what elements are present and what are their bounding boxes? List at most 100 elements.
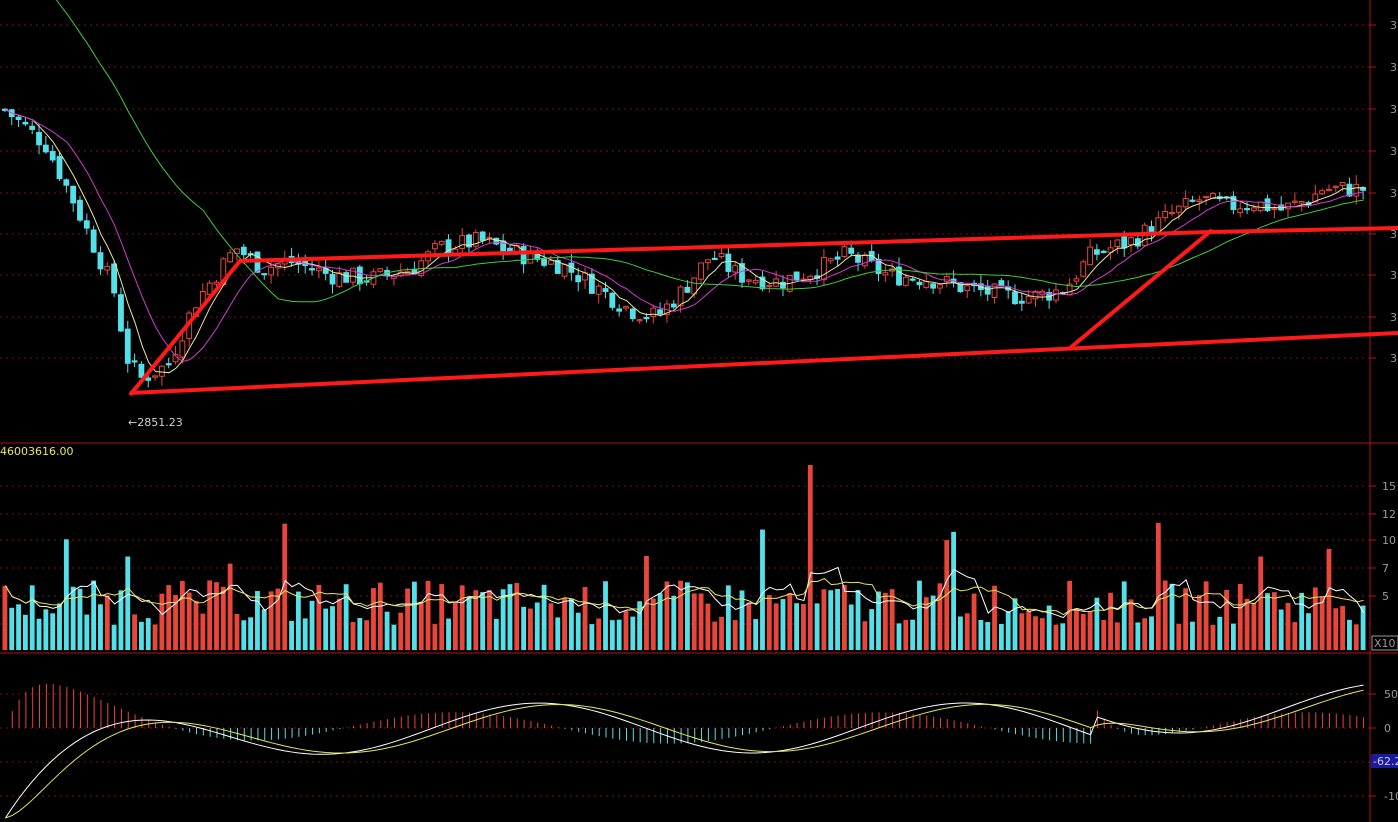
candle-body (1128, 237, 1134, 246)
volume-bar (275, 588, 281, 650)
volume-bar (821, 589, 827, 650)
volume-bar (268, 591, 274, 650)
candle-body (1319, 190, 1326, 195)
volume-bar (1306, 613, 1311, 650)
volume-bar (261, 609, 267, 650)
candle-body (309, 268, 315, 271)
volume-bar (1251, 602, 1257, 650)
volume-bar (1101, 619, 1107, 650)
volume-bar (1319, 596, 1325, 650)
volume-bar (234, 613, 240, 650)
stock-chart: ←2851.23 46003616.00 X10 -62.2 333333333… (0, 0, 1398, 822)
volume-bar (384, 611, 390, 650)
volume-bar (835, 589, 840, 650)
volume-bar (357, 618, 363, 650)
candle-body (42, 144, 49, 153)
volume-bar (1135, 622, 1141, 650)
candle-body (541, 258, 547, 266)
macd-panel (4, 683, 1365, 819)
volume-bar (1292, 622, 1298, 650)
volume-axis-label: 15 (1382, 480, 1396, 493)
volume-bar (562, 598, 567, 650)
candle-body (732, 265, 739, 273)
candle-body (623, 306, 629, 309)
candle-body (548, 259, 554, 265)
candle-body (848, 247, 855, 254)
volume-bar (152, 624, 158, 650)
price-axis-label: 3 (1390, 352, 1397, 365)
candle-body (1291, 200, 1298, 203)
volume-bar (207, 580, 213, 650)
candle-body (1285, 202, 1291, 210)
candle-body (766, 284, 773, 288)
volume-bar (589, 624, 595, 650)
candle-body (1271, 207, 1278, 210)
candle-body (70, 185, 77, 204)
volume-bar (609, 620, 615, 650)
candle-body (861, 254, 868, 267)
volume-bar (63, 539, 69, 650)
volume-bar (848, 604, 854, 650)
candle-body (793, 271, 800, 281)
price-axis-label: 3 (1390, 61, 1397, 74)
candle-body (595, 285, 602, 295)
candle-body (90, 229, 97, 253)
candle-body (745, 279, 752, 282)
candle-body (1250, 207, 1257, 211)
volume-bar (1074, 608, 1079, 650)
candle-body (240, 246, 247, 256)
volume-bar (712, 621, 718, 650)
volume-bar (111, 624, 117, 650)
volume-bar (214, 582, 219, 650)
candle-body (923, 281, 930, 288)
volume-bar (200, 613, 206, 650)
volume-bar (425, 580, 431, 650)
candle-body (1182, 197, 1189, 208)
volume-bar (248, 617, 254, 650)
volume-bar (1210, 624, 1216, 650)
volume-bar (869, 609, 875, 650)
volume-bar (1333, 608, 1339, 650)
candle-body (268, 266, 274, 276)
volume-bar (528, 608, 533, 650)
candle-body (377, 268, 384, 272)
candle-body (124, 328, 131, 364)
volume-bar (70, 586, 76, 650)
volume-bar (698, 593, 704, 650)
volume-bar (896, 623, 902, 650)
candle-body (63, 179, 70, 186)
volume-bar (466, 596, 472, 650)
volume-bar (548, 603, 554, 650)
candle-body (752, 279, 759, 284)
volume-bar (16, 604, 21, 650)
volume-bar (671, 595, 677, 650)
volume-bar (951, 531, 956, 650)
macd-current-value: -62.2 (1373, 755, 1398, 768)
volume-bar (77, 588, 83, 650)
candle-body (930, 283, 937, 289)
candle-body (643, 316, 650, 320)
volume-bar (1258, 556, 1264, 650)
volume-bar (889, 589, 895, 650)
candle-body (1244, 208, 1250, 211)
volume-bar (678, 580, 683, 650)
price-axis-label: 3 (1390, 187, 1397, 200)
candle-body (718, 252, 725, 258)
candle-body (1018, 300, 1025, 304)
volume-bar (1299, 592, 1305, 650)
candle-body (49, 151, 56, 161)
volume-bar (1005, 611, 1011, 650)
volume-bar (159, 593, 165, 650)
volume-bar (766, 595, 772, 650)
candle-body (561, 263, 568, 277)
candle-body (937, 284, 943, 289)
candle-body (684, 286, 691, 293)
volume-bar (841, 585, 847, 650)
volume-bar (623, 610, 629, 650)
volume-axis-label: 5 (1382, 590, 1389, 603)
volume-bar (1237, 583, 1243, 650)
volume-bar (1271, 592, 1277, 650)
volume-bar (1087, 611, 1093, 650)
candle-body (29, 125, 36, 130)
candle-body (677, 286, 684, 307)
